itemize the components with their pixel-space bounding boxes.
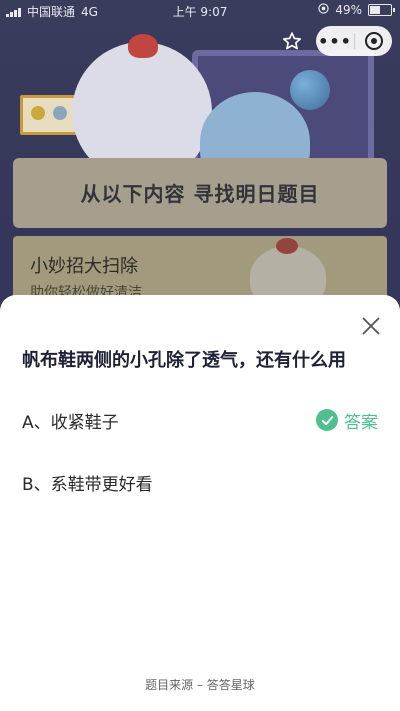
option-b-label: B、系鞋带更好看 — [22, 474, 153, 495]
battery-icon — [368, 4, 395, 16]
close-circle-icon — [364, 32, 383, 50]
answer-badge: 答案 — [316, 406, 378, 434]
star-icon — [283, 32, 301, 50]
close-icon — [362, 317, 380, 335]
question-text: 帆布鞋两侧的小孔除了透气，还有什么用 — [22, 350, 346, 371]
location-icon — [318, 3, 330, 17]
tip-card-title: 小妙招大扫除 — [30, 256, 138, 277]
option-a-label: A、收紧鞋子 — [22, 412, 119, 433]
exit-button[interactable] — [355, 31, 392, 51]
check-icon — [316, 409, 338, 431]
more-button[interactable]: ••• — [316, 32, 354, 51]
answer-label: 答案 — [344, 412, 378, 433]
chick-comb — [128, 34, 158, 58]
source-footer: 题目来源 – 答答星球 — [145, 678, 255, 692]
globe-decoration — [290, 70, 330, 110]
battery-percent: 49% — [335, 3, 362, 17]
banner-title: 从以下内容 寻找明日题目 — [80, 182, 320, 206]
status-bar: 中国联通 4G 上午 9:07 49% — [0, 0, 400, 20]
sheet-close-button[interactable] — [358, 313, 384, 339]
more-icon: ••• — [318, 31, 352, 51]
miniprogram-capsule: ••• — [316, 26, 392, 56]
cleaning-chick-comb — [276, 238, 298, 254]
option-b[interactable]: B、系鞋带更好看 — [22, 467, 378, 497]
favorite-button[interactable] — [275, 27, 309, 55]
